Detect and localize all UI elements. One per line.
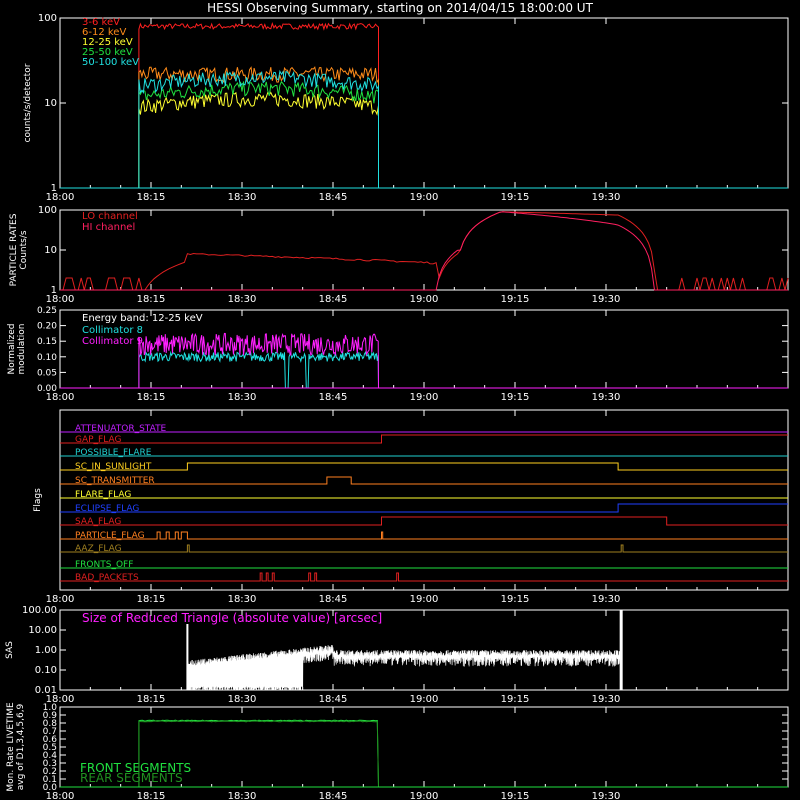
y-tick-label: 1.0 <box>43 703 58 713</box>
x-tick-label: 19:00 <box>410 294 439 305</box>
y-tick-label: 100.00 <box>22 605 57 616</box>
flag-label: SC_TRANSMITTER <box>75 476 155 486</box>
observing-summary-figure: HESSI Observing Summary, starting on 201… <box>0 0 800 800</box>
y-tick-label: 1 <box>51 285 57 296</box>
x-tick-label: 18:30 <box>228 791 257 800</box>
legend-entry: HI channel <box>82 222 135 233</box>
flag-label: ATTENUATOR_STATE <box>75 424 167 434</box>
x-tick-label: 19:15 <box>501 594 530 605</box>
flag-label: ECLIPSE_FLAG <box>75 504 139 514</box>
y-axis-label: counts/s/detector <box>23 63 33 142</box>
x-tick-label: 18:45 <box>319 392 348 403</box>
flag-label: FLARE_FLAG <box>75 490 131 500</box>
y-tick-label: 0.01 <box>35 685 57 696</box>
panel-annotation: Size of Reduced Triangle (absolute value… <box>82 611 382 625</box>
y-tick-label: 0.25 <box>37 306 57 316</box>
flag-label: POSSIBLE_FLARE <box>75 448 152 458</box>
x-tick-label: 18:45 <box>319 694 348 705</box>
y-tick-label: 0.20 <box>37 322 57 332</box>
x-tick-label: 18:00 <box>46 594 75 605</box>
y-tick-label: 0.10 <box>35 665 57 676</box>
y-axis-label: Normalized <box>7 323 17 374</box>
x-tick-label: 18:15 <box>137 192 166 203</box>
legend-entry: Collimator 9 <box>82 336 143 347</box>
y-tick-label: 1 <box>51 183 57 194</box>
x-tick-label: 19:30 <box>592 594 621 605</box>
x-tick-label: 18:45 <box>319 594 348 605</box>
x-tick-label: 19:30 <box>592 392 621 403</box>
y-axis-label: Flags <box>33 488 43 512</box>
x-tick-label: 19:00 <box>410 192 439 203</box>
x-tick-label: 18:30 <box>228 192 257 203</box>
x-tick-label: 18:30 <box>228 294 257 305</box>
x-tick-label: 19:15 <box>501 694 530 705</box>
x-tick-label: 18:30 <box>228 392 257 403</box>
x-tick-label: 18:45 <box>319 192 348 203</box>
x-tick-label: 18:15 <box>137 791 166 800</box>
flag-label: GAP_FLAG <box>75 435 121 445</box>
x-tick-label: 19:30 <box>592 294 621 305</box>
y-tick-label: 0.00 <box>37 384 57 394</box>
x-tick-label: 18:30 <box>228 594 257 605</box>
y-tick-label: 0.10 <box>37 353 57 363</box>
x-tick-label: 19:00 <box>410 791 439 800</box>
x-tick-label: 18:30 <box>228 694 257 705</box>
legend-entry: 50-100 keV <box>82 57 139 68</box>
x-tick-label: 18:15 <box>137 694 166 705</box>
x-tick-label: 19:30 <box>592 694 621 705</box>
y-axis-label: avg of D1,3,4,5,6,9 <box>16 703 26 790</box>
panel-annotation: Energy band: 12-25 keV <box>82 313 203 324</box>
flag-label: SAA_FLAG <box>75 517 121 527</box>
y-axis-label: SAS <box>5 641 15 659</box>
legend-entry: REAR SEGMENTS <box>80 771 183 785</box>
flag-label: SC_IN_SUNLIGHT <box>75 462 152 472</box>
y-axis-label: PARTICLE RATES <box>9 213 19 286</box>
flag-label: BAD_PACKETS <box>75 573 139 583</box>
y-axis-label: Counts/s <box>19 230 29 269</box>
y-tick-label: 1.00 <box>35 645 57 656</box>
x-tick-label: 18:15 <box>137 294 166 305</box>
y-tick-label: 10 <box>44 98 57 109</box>
x-tick-label: 19:15 <box>501 192 530 203</box>
x-tick-label: 19:00 <box>410 694 439 705</box>
legend-entry: LO channel <box>82 211 138 222</box>
y-tick-label: 0.05 <box>37 368 57 378</box>
x-tick-label: 19:30 <box>592 791 621 800</box>
x-tick-label: 18:45 <box>319 791 348 800</box>
x-tick-label: 19:30 <box>592 192 621 203</box>
flag-label: PARTICLE_FLAG <box>75 531 145 541</box>
y-tick-label: 100 <box>38 13 57 24</box>
x-tick-label: 19:15 <box>501 791 530 800</box>
legend-entry: Collimator 8 <box>82 325 143 336</box>
x-tick-label: 19:00 <box>410 594 439 605</box>
y-tick-label: 0.15 <box>37 337 57 347</box>
y-axis-label: modulation <box>17 324 27 375</box>
x-tick-label: 19:15 <box>501 294 530 305</box>
x-tick-label: 18:15 <box>137 392 166 403</box>
y-axis-label: Mon. Rate LIVETIME <box>6 702 16 792</box>
y-tick-label: 100 <box>38 205 57 216</box>
y-tick-label: 10.00 <box>28 625 57 636</box>
x-tick-label: 18:15 <box>137 594 166 605</box>
figure-title: HESSI Observing Summary, starting on 201… <box>207 1 593 15</box>
x-tick-label: 19:15 <box>501 392 530 403</box>
flag-label: AAZ_FLAG <box>75 544 122 554</box>
y-tick-label: 10 <box>44 245 57 256</box>
flag-label: FRONTS_OFF <box>75 560 133 570</box>
x-tick-label: 19:00 <box>410 392 439 403</box>
x-tick-label: 18:45 <box>319 294 348 305</box>
